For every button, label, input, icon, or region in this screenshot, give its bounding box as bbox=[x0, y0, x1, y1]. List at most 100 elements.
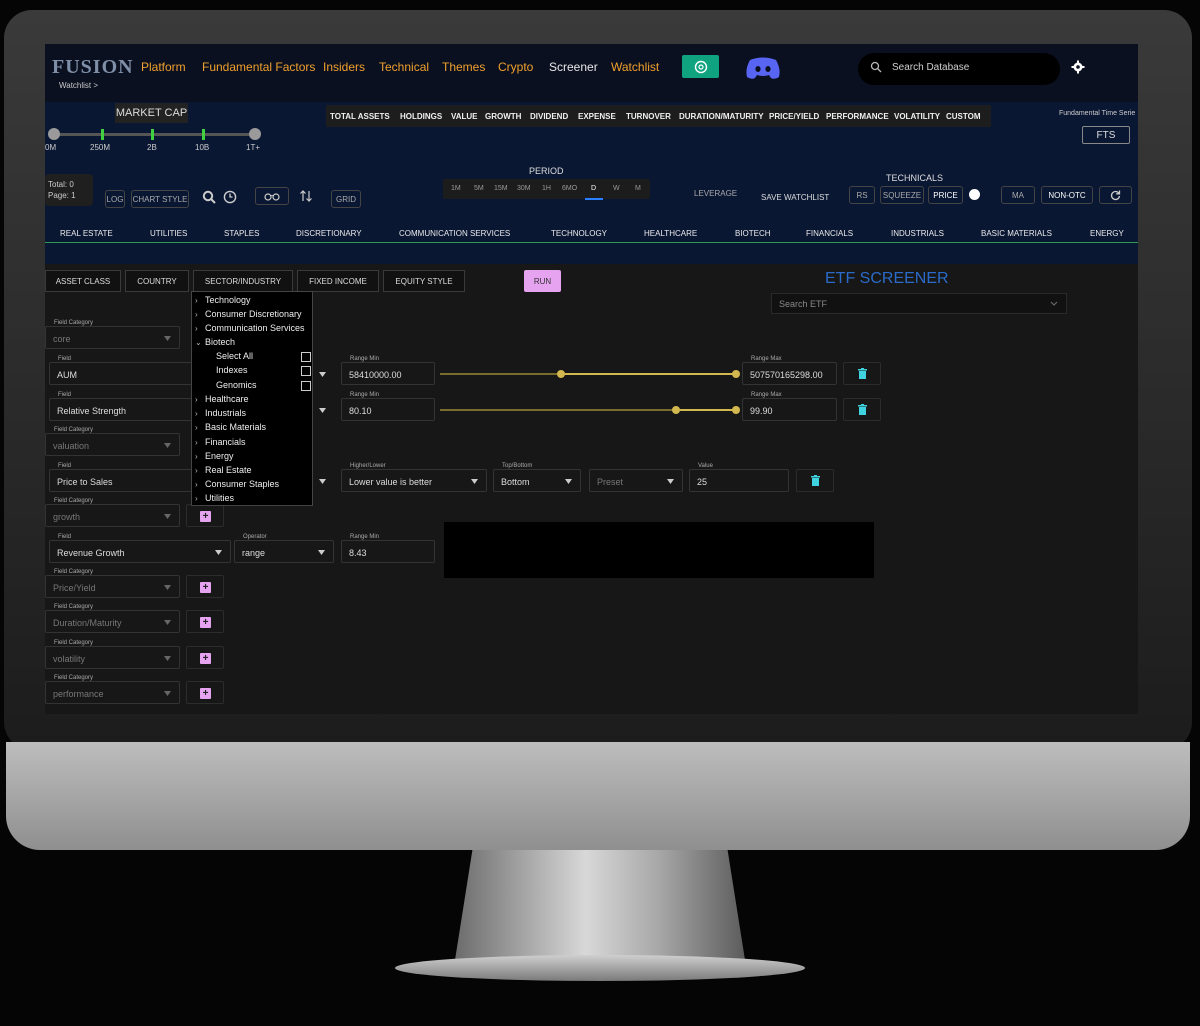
period-6mo[interactable]: 6MO bbox=[562, 185, 577, 192]
cat-duration-maturity[interactable]: DURATION/MATURITY bbox=[679, 112, 764, 121]
chevron-down-icon[interactable] bbox=[319, 479, 326, 484]
cat-total-assets[interactable]: TOTAL ASSETS bbox=[330, 112, 390, 121]
dropdown-item-biotech[interactable]: ⌄ Biotech bbox=[195, 337, 235, 347]
cat-dividend[interactable]: DIVIDEND bbox=[530, 112, 568, 121]
dropdown-item-real-estate[interactable]: › Real Estate bbox=[195, 465, 252, 475]
leverage-button[interactable]: LEVERAGE bbox=[694, 189, 737, 198]
non-otc-button[interactable]: NON-OTC bbox=[1041, 186, 1093, 204]
field-select-revenue-growth[interactable]: Field Revenue Growth bbox=[49, 534, 231, 563]
sector-utilities[interactable]: UTILITIES bbox=[150, 229, 187, 238]
nav-insiders[interactable]: Insiders bbox=[323, 60, 365, 74]
dropdown-item-healthcare[interactable]: › Healthcare bbox=[195, 394, 249, 404]
value-input[interactable]: Value 25 bbox=[689, 463, 789, 492]
market-cap-slider-max-handle[interactable] bbox=[249, 128, 261, 140]
range-slider-min-handle[interactable] bbox=[557, 370, 565, 378]
gear-icon[interactable] bbox=[1071, 60, 1085, 74]
sector-real-estate[interactable]: REAL ESTATE bbox=[60, 229, 113, 238]
cat-turnover[interactable]: TURNOVER bbox=[626, 112, 671, 121]
cat-performance[interactable]: PERFORMANCE bbox=[826, 112, 889, 121]
field-category-growth[interactable]: Field Category growth bbox=[45, 498, 180, 527]
dropdown-item-consumer-staples[interactable]: › Consumer Staples bbox=[195, 479, 279, 489]
range-slider-max-handle[interactable] bbox=[732, 370, 740, 378]
range-slider-relative-strength[interactable] bbox=[676, 409, 736, 411]
glasses-button[interactable] bbox=[255, 187, 289, 205]
range-slider-aum[interactable] bbox=[561, 373, 736, 375]
cat-volatility[interactable]: VOLATILITY bbox=[894, 112, 940, 121]
search-etf[interactable] bbox=[771, 293, 1067, 314]
dropdown-item-utilities[interactable]: › Utilities bbox=[195, 493, 234, 503]
tab-fixed-income[interactable]: FIXED INCOME bbox=[297, 270, 379, 292]
cat-growth[interactable]: GROWTH bbox=[485, 112, 521, 121]
sector-energy[interactable]: ENERGY bbox=[1090, 229, 1124, 238]
market-cap-slider[interactable] bbox=[50, 133, 260, 136]
sector-technology[interactable]: TECHNOLOGY bbox=[551, 229, 607, 238]
search-database-input[interactable] bbox=[890, 61, 1050, 74]
nav-crypto[interactable]: Crypto bbox=[498, 60, 533, 74]
clock-icon[interactable] bbox=[223, 190, 237, 204]
add-field-button[interactable]: + bbox=[186, 504, 224, 527]
search-etf-input[interactable] bbox=[777, 298, 1037, 310]
add-field-button[interactable]: + bbox=[186, 646, 224, 669]
chevron-down-icon[interactable] bbox=[319, 372, 326, 377]
run-button[interactable]: RUN bbox=[524, 270, 561, 292]
field-category-volatility[interactable]: Field Category volatility bbox=[45, 640, 180, 669]
delete-row-button[interactable] bbox=[796, 469, 834, 492]
fusion-logo[interactable]: FUSION bbox=[52, 56, 134, 79]
dropdown-sub-indexes[interactable]: Indexes bbox=[216, 365, 248, 375]
nav-watchlist[interactable]: Watchlist bbox=[611, 60, 659, 74]
chevron-down-icon[interactable] bbox=[319, 408, 326, 413]
range-slider-min-handle[interactable] bbox=[672, 406, 680, 414]
nav-themes[interactable]: Themes bbox=[442, 60, 485, 74]
dropdown-item-communication-services[interactable]: › Communication Services bbox=[195, 323, 305, 333]
period-m[interactable]: M bbox=[635, 185, 641, 192]
range-min-aum[interactable]: Range Min 58410000.00 bbox=[341, 356, 435, 385]
cat-holdings[interactable]: HOLDINGS bbox=[400, 112, 442, 121]
top-bottom-select[interactable]: Top/Bottom Bottom bbox=[493, 463, 581, 492]
checkbox-select-all[interactable] bbox=[301, 352, 311, 362]
period-d[interactable]: D bbox=[591, 185, 596, 192]
dropdown-item-technology[interactable]: › Technology bbox=[195, 295, 251, 305]
field-category-core[interactable]: Field Category core bbox=[45, 320, 180, 349]
price-button[interactable]: PRICE bbox=[928, 186, 963, 204]
chevron-down-icon[interactable] bbox=[1050, 299, 1058, 307]
operator-select[interactable]: Operator range bbox=[234, 534, 334, 563]
dropdown-item-energy[interactable]: › Energy bbox=[195, 451, 234, 461]
dropdown-item-financials[interactable]: › Financials bbox=[195, 437, 246, 447]
zoom-icon[interactable] bbox=[202, 190, 216, 204]
period-1m[interactable]: 1M bbox=[451, 185, 461, 192]
squeeze-button[interactable]: SQUEEZE bbox=[880, 186, 924, 204]
sector-communication-services[interactable]: COMMUNICATION SERVICES bbox=[399, 229, 510, 238]
field-category-performance[interactable]: Field Category performance bbox=[45, 675, 180, 704]
field-category-valuation[interactable]: Field Category valuation bbox=[45, 427, 180, 456]
delete-row-button[interactable] bbox=[843, 362, 881, 385]
field-category-duration-maturity[interactable]: Field Category Duration/Maturity bbox=[45, 604, 180, 633]
range-min-relative-strength[interactable]: Range Min 80.10 bbox=[341, 392, 435, 421]
price-toggle[interactable] bbox=[969, 189, 980, 200]
tab-equity-style[interactable]: EQUITY STYLE bbox=[383, 270, 465, 292]
add-field-button[interactable]: + bbox=[186, 610, 224, 633]
sector-discretionary[interactable]: DISCRETIONARY bbox=[296, 229, 362, 238]
sector-staples[interactable]: STAPLES bbox=[224, 229, 259, 238]
cat-price-yield[interactable]: PRICE/YIELD bbox=[769, 112, 819, 121]
period-1h[interactable]: 1H bbox=[542, 185, 551, 192]
higher-lower-select[interactable]: Higher/Lower Lower value is better bbox=[341, 463, 487, 492]
search-database[interactable] bbox=[858, 53, 1060, 85]
sector-biotech[interactable]: BIOTECH bbox=[735, 229, 771, 238]
range-slider-max-handle[interactable] bbox=[732, 406, 740, 414]
chatgpt-button[interactable] bbox=[682, 55, 719, 78]
nav-screener[interactable]: Screener bbox=[549, 60, 598, 74]
add-field-button[interactable]: + bbox=[186, 681, 224, 704]
tab-country[interactable]: COUNTRY bbox=[125, 270, 189, 292]
save-watchlist-button[interactable]: SAVE WATCHLIST bbox=[761, 193, 829, 202]
discord-icon[interactable] bbox=[744, 56, 782, 80]
dropdown-sub-select-all[interactable]: Select All bbox=[216, 351, 253, 361]
ma-button[interactable]: MA bbox=[1001, 186, 1035, 204]
sector-financials[interactable]: FINANCIALS bbox=[806, 229, 853, 238]
sector-healthcare[interactable]: HEALTHCARE bbox=[644, 229, 697, 238]
cat-custom[interactable]: CUSTOM bbox=[946, 112, 981, 121]
cat-expense[interactable]: EXPENSE bbox=[578, 112, 616, 121]
dropdown-item-basic-materials[interactable]: › Basic Materials bbox=[195, 422, 266, 432]
chart-style-button[interactable]: CHART STYLE bbox=[131, 190, 189, 208]
field-category-price-yield[interactable]: Field Category Price/Yield bbox=[45, 569, 180, 598]
checkbox-indexes[interactable] bbox=[301, 366, 311, 376]
